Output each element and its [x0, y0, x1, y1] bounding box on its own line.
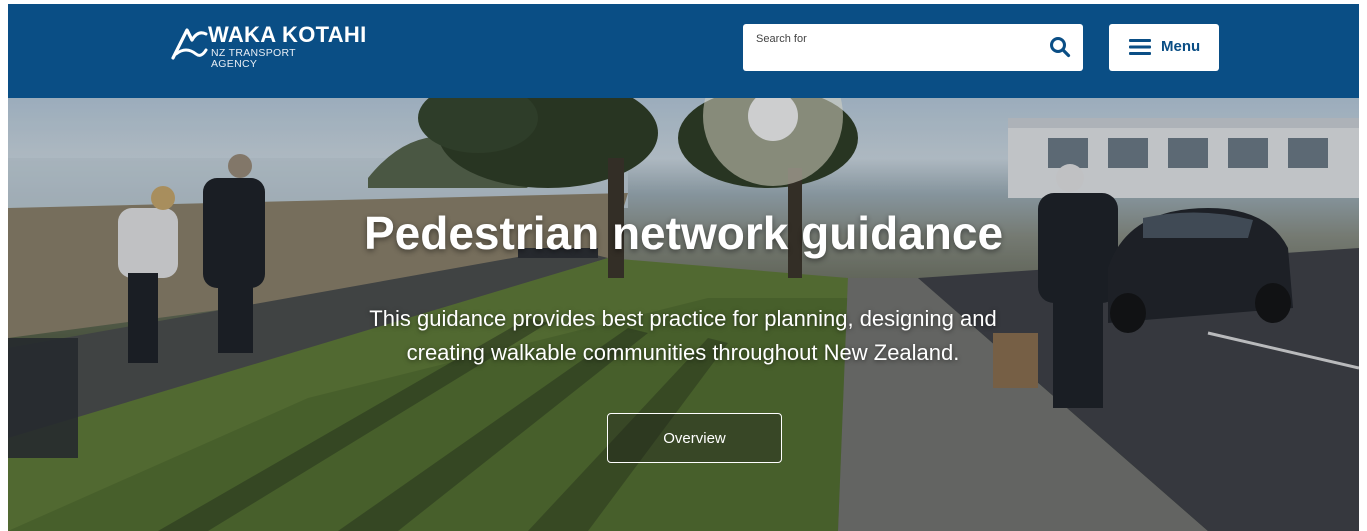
logo-subtitle-line2: AGENCY	[211, 58, 258, 70]
hero-banner: Pedestrian network guidance This guidanc…	[8, 98, 1359, 531]
home-logo-link[interactable]: WAKA KOTAHI NZ TRANSPORT AGENCY	[170, 22, 380, 72]
hamburger-icon	[1129, 39, 1151, 55]
logo-name: WAKA KOTAHI	[208, 22, 367, 47]
hero-title: Pedestrian network guidance	[363, 207, 1004, 259]
search-bar	[743, 24, 1083, 71]
menu-label: Menu	[1161, 38, 1201, 55]
menu-button[interactable]: Menu	[1109, 24, 1219, 71]
search-icon	[1050, 36, 1071, 57]
overview-button[interactable]: Overview	[607, 413, 782, 463]
waka-kotahi-logo-icon	[171, 28, 208, 60]
search-button[interactable]	[1045, 33, 1075, 63]
site-header: WAKA KOTAHI NZ TRANSPORT AGENCY Menu	[8, 4, 1359, 98]
page: WAKA KOTAHI NZ TRANSPORT AGENCY Menu	[8, 4, 1359, 531]
search-input[interactable]	[743, 24, 1033, 71]
hero-description: This guidance provides best practice for…	[369, 306, 997, 365]
